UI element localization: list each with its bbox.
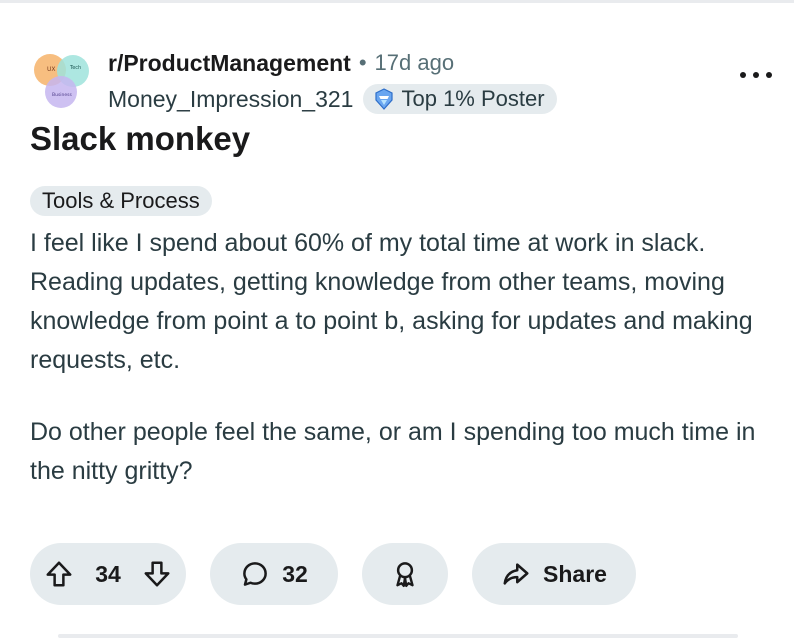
meta-separator: • <box>358 50 367 75</box>
bottom-divider <box>58 634 738 638</box>
award-icon <box>390 559 420 589</box>
comments-button[interactable]: 32 <box>210 543 338 605</box>
vote-score: 34 <box>95 560 121 587</box>
award-button[interactable] <box>362 543 448 605</box>
more-dot-icon <box>766 72 772 78</box>
more-dot-icon <box>753 72 759 78</box>
subreddit-name[interactable]: r/ProductManagement <box>108 50 351 77</box>
post-title[interactable]: Slack monkey <box>30 120 250 158</box>
share-label: Share <box>543 560 607 587</box>
user-flair-label: Top 1% Poster <box>401 86 545 111</box>
avatar-label-business: Business <box>52 92 72 98</box>
post-flair-tag[interactable]: Tools & Process <box>30 186 212 216</box>
user-flair-badge: Top 1% Poster <box>363 84 557 114</box>
post-age: 17d ago <box>374 50 455 75</box>
top-divider <box>0 0 794 3</box>
vote-control: 34 <box>30 543 186 605</box>
comments-count: 32 <box>282 560 308 587</box>
post-header: r/ProductManagement • 17d ago Money_Impr… <box>108 48 708 114</box>
arrow-down-icon[interactable] <box>142 559 172 589</box>
share-arrow-icon <box>501 559 531 589</box>
post-body-paragraph: Do other people feel the same, or am I s… <box>30 418 756 485</box>
avatar-label-ux: UX <box>47 66 56 73</box>
arrow-up-icon[interactable] <box>44 559 74 589</box>
more-options-button[interactable] <box>740 66 772 84</box>
author-username[interactable]: Money_Impression_321 <box>108 86 353 113</box>
author-row: Money_Impression_321 Top 1% Poster <box>108 84 708 114</box>
share-button[interactable]: Share <box>472 543 636 605</box>
post-action-bar: 34 32 Share <box>30 543 636 605</box>
top-poster-icon <box>375 88 394 110</box>
subreddit-avatar[interactable]: UX Tech Business <box>30 50 94 114</box>
more-dot-icon <box>740 72 746 78</box>
post-meta-row: r/ProductManagement • 17d ago <box>108 48 708 78</box>
avatar-circle-business <box>45 76 77 108</box>
comment-bubble-icon <box>240 559 270 589</box>
avatar-label-tech: Tech <box>69 65 81 71</box>
post-body-paragraph: I feel like I spend about 60% of my tota… <box>30 229 753 374</box>
post-body: I feel like I spend about 60% of my tota… <box>30 224 770 491</box>
